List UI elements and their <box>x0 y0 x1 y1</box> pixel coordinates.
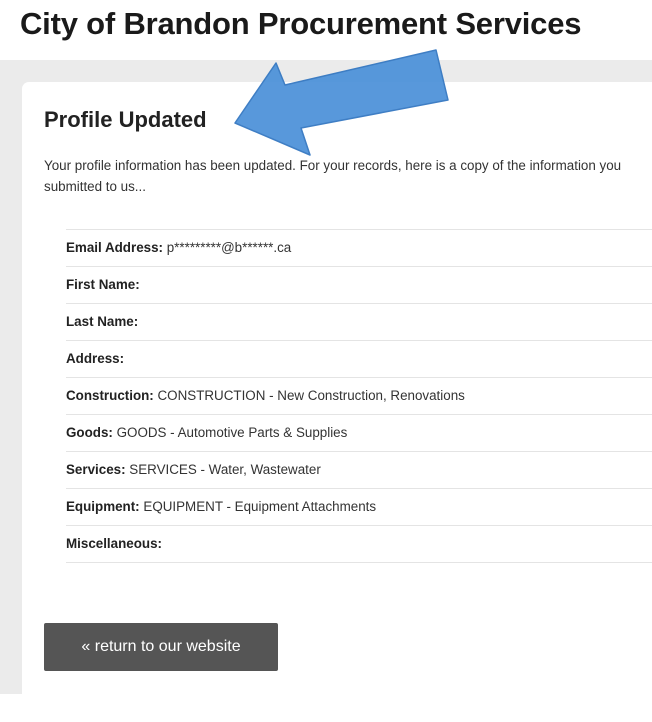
info-label: First Name: <box>66 277 140 292</box>
info-label: Miscellaneous: <box>66 536 162 551</box>
info-label: Address: <box>66 351 125 366</box>
info-label: Construction: <box>66 388 154 403</box>
page-title: City of Brandon Procurement Services <box>20 6 582 41</box>
info-row-services: Services: SERVICES - Water, Wastewater <box>66 452 652 489</box>
info-label: Last Name: <box>66 314 139 329</box>
card-heading: Profile Updated <box>44 107 207 132</box>
info-label: Services: <box>66 462 126 477</box>
info-row-goods: Goods: GOODS - Automotive Parts & Suppli… <box>66 415 652 452</box>
info-label: Equipment: <box>66 499 140 514</box>
profile-info-list: Email Address: p*********@b******.ca Fir… <box>66 229 652 563</box>
info-value: CONSTRUCTION - New Construction, Renovat… <box>157 388 465 403</box>
info-row-address: Address: <box>66 341 652 378</box>
info-row-construction: Construction: CONSTRUCTION - New Constru… <box>66 378 652 415</box>
info-row-email: Email Address: p*********@b******.ca <box>66 230 652 267</box>
info-row-equipment: Equipment: EQUIPMENT - Equipment Attachm… <box>66 489 652 526</box>
intro-text: Your profile information has been update… <box>44 158 622 194</box>
info-value: p*********@b******.ca <box>166 240 292 255</box>
info-row-first-name: First Name: <box>66 267 652 304</box>
info-label: Goods: <box>66 425 113 440</box>
return-to-website-button[interactable]: « return to our website <box>44 623 278 671</box>
info-label: Email Address: <box>66 240 163 255</box>
info-row-miscellaneous: Miscellaneous: <box>66 526 652 563</box>
info-value: SERVICES - Water, Wastewater <box>129 462 321 477</box>
info-value: GOODS - Automotive Parts & Supplies <box>116 425 348 440</box>
info-row-last-name: Last Name: <box>66 304 652 341</box>
info-value: EQUIPMENT - Equipment Attachments <box>143 499 377 514</box>
